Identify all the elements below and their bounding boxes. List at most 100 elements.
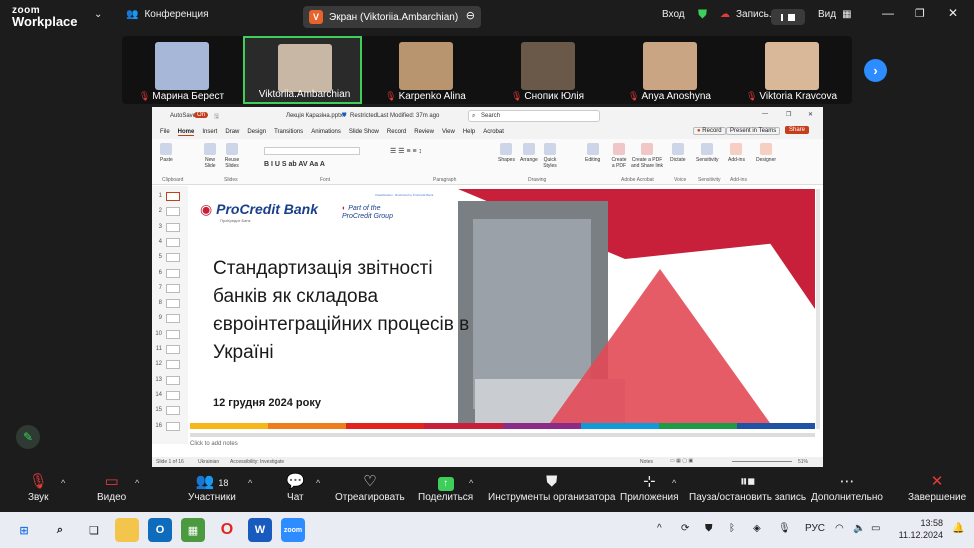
tab-review[interactable]: Review <box>414 129 434 135</box>
tab-transitions[interactable]: Transitions <box>274 129 303 135</box>
apps-options-caret[interactable]: ^ <box>672 478 676 488</box>
slide-thumbnail[interactable]: 2 <box>154 205 186 218</box>
paste-button[interactable]: Paste <box>160 143 173 163</box>
paragraph-buttons[interactable]: ☰ ☰ ≡ ≡ ↕ <box>390 147 422 155</box>
slide-thumbnail[interactable]: 1 <box>154 190 186 203</box>
close-icon[interactable]: ✕ <box>948 6 958 20</box>
notes-pane[interactable]: Click to add notes <box>190 441 238 447</box>
tab-draw[interactable]: Draw <box>225 129 239 135</box>
add-ins-button[interactable]: Add-ins <box>728 143 745 163</box>
tab-design[interactable]: Design <box>247 129 266 135</box>
tab-acrobat[interactable]: Acrobat <box>483 129 504 135</box>
login-button[interactable]: Вход <box>662 9 685 20</box>
next-page-button[interactable]: › <box>864 59 887 82</box>
restore-icon[interactable]: ❐ <box>915 7 925 20</box>
tray-overflow-icon[interactable]: ^ <box>657 523 662 534</box>
sync-icon[interactable]: ⟳ <box>681 523 689 534</box>
host-tools-button[interactable]: ⛊ Инструменты организатора <box>488 472 615 503</box>
designer-button[interactable]: Designer <box>756 143 776 163</box>
battery-icon[interactable]: ▭ <box>871 523 880 534</box>
outlook-icon[interactable]: O <box>148 518 172 542</box>
notifications-icon[interactable]: 🔔 <box>952 523 964 534</box>
slide-thumbnail[interactable]: 15 <box>154 404 186 417</box>
record-button[interactable]: ● Record <box>693 127 726 135</box>
create-pdf-button[interactable]: Create a PDF <box>610 143 628 169</box>
new-slide-button[interactable]: New Slide <box>202 143 218 169</box>
opera-icon[interactable]: O <box>215 518 239 542</box>
editing-button[interactable]: Editing <box>585 143 600 163</box>
end-meeting-button[interactable]: ✕ Завершение <box>908 472 966 503</box>
create-pdf-share-button[interactable]: Create a PDF and Share link <box>630 143 664 169</box>
sensitivity-button[interactable]: Sensitivity <box>696 143 719 163</box>
video-button[interactable]: ▭ Видео <box>97 472 126 503</box>
shield-icon[interactable]: ⛊ <box>698 7 707 22</box>
wifi-icon[interactable]: ◠ <box>835 523 844 534</box>
tab-help[interactable]: Help <box>463 129 475 135</box>
tab-file[interactable]: File <box>160 129 170 135</box>
teams-icon[interactable]: ◈ <box>753 523 761 534</box>
shapes-button[interactable]: Shapes <box>498 143 515 163</box>
participant-tile[interactable]: 🎙 Anya Anoshyna <box>610 36 729 104</box>
zoom-app-icon[interactable]: zoom <box>281 518 305 542</box>
video-options-caret[interactable]: ^ <box>135 478 139 488</box>
font-format-buttons[interactable]: B I U S ab AV Aa A <box>264 161 325 168</box>
tab-slide-show[interactable]: Slide Show <box>349 129 379 135</box>
more-icon[interactable]: ⊖ <box>466 9 475 22</box>
mic-icon[interactable]: 🎙 <box>778 523 791 534</box>
defender-icon[interactable]: ⛊ <box>705 523 713 534</box>
slide-thumbnail[interactable]: 8 <box>154 297 186 310</box>
arrange-button[interactable]: Arrange <box>520 143 538 163</box>
view-menu[interactable]: Вид ▦ <box>818 9 852 20</box>
accessibility-status[interactable]: Accessibility: Investigate <box>230 459 284 465</box>
share-button[interactable]: Share <box>785 126 810 134</box>
slide-thumbnail[interactable]: 12 <box>154 358 186 371</box>
participant-tile[interactable]: 🎙 Марина Берест <box>122 36 241 104</box>
bluetooth-icon[interactable]: ᛒ <box>729 523 735 534</box>
minimize-icon[interactable]: — <box>762 111 768 117</box>
chat-options-caret[interactable]: ^ <box>316 478 320 488</box>
tab-record[interactable]: Record <box>387 129 406 135</box>
react-button[interactable]: ♡ Отреагировать <box>335 472 405 503</box>
present-in-teams-button[interactable]: Present in Teams <box>726 127 781 135</box>
share-options-caret[interactable]: ^ <box>469 478 473 488</box>
participants-options-caret[interactable]: ^ <box>248 478 252 488</box>
word-icon[interactable]: W <box>248 518 272 542</box>
slide-thumbnail[interactable]: 3 <box>154 221 186 234</box>
audio-button[interactable]: 🎙 Звук <box>28 472 49 503</box>
system-clock[interactable]: 13:58 11.12.2024 <box>893 517 943 541</box>
tab-home[interactable]: Home <box>177 129 195 136</box>
search-input[interactable]: ⌕ Search <box>468 110 600 122</box>
slide-thumbnail[interactable]: 5 <box>154 251 186 264</box>
slide-thumbnail[interactable]: 14 <box>154 389 186 402</box>
stop-icon[interactable] <box>788 13 795 21</box>
audio-options-caret[interactable]: ^ <box>61 478 65 488</box>
save-icon[interactable]: 🖫 <box>214 112 219 122</box>
slide-thumbnail[interactable]: 7 <box>154 282 186 295</box>
recording-status[interactable]: ☁ Запись... <box>720 9 777 20</box>
vertical-scrollbar[interactable] <box>816 189 820 429</box>
store-icon[interactable]: ▦ <box>181 518 205 542</box>
tab-animations[interactable]: Animations <box>311 129 341 135</box>
slide-thumbnail[interactable]: 16 <box>154 420 186 433</box>
horizontal-scrollbar[interactable] <box>190 433 815 437</box>
tab-view[interactable]: View <box>442 129 455 135</box>
participant-tile[interactable]: 🎙 Viktoria Kravcova <box>732 36 851 104</box>
participants-button[interactable]: 👥 18 Участники <box>188 472 236 503</box>
slide-thumbnail[interactable]: 4 <box>154 236 186 249</box>
participant-tile-active[interactable]: Viktoriia.Ambarchian <box>243 36 362 104</box>
zoom-slider[interactable] <box>732 461 792 462</box>
recording-controls[interactable] <box>771 9 805 25</box>
apps-button[interactable]: ⊹ Приложения <box>620 472 679 503</box>
annotate-pencil-button[interactable]: ✎ <box>16 425 40 449</box>
slide-thumbnail[interactable]: 10 <box>154 328 186 341</box>
task-view-icon[interactable]: ❏ <box>82 518 106 542</box>
language-indicator[interactable]: РУС <box>805 523 825 534</box>
file-explorer-icon[interactable] <box>115 518 139 542</box>
minimize-icon[interactable]: — <box>882 6 894 20</box>
dictate-button[interactable]: Dictate <box>670 143 686 163</box>
pause-stop-recording-button[interactable]: ⏸⏹ Пауза/остановить запись <box>689 472 806 503</box>
chevron-down-icon[interactable]: ⌄ <box>94 9 102 20</box>
font-name-select[interactable] <box>264 147 360 155</box>
close-icon[interactable]: ✕ <box>808 111 813 118</box>
slide-thumbnail[interactable]: 9 <box>154 312 186 325</box>
